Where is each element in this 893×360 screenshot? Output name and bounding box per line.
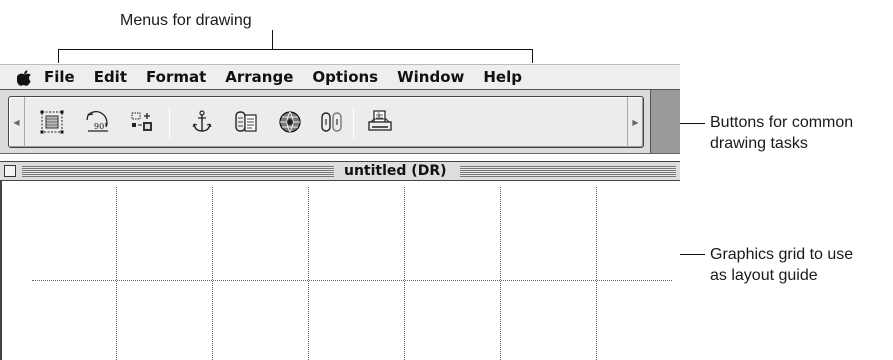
menu-file[interactable]: File: [44, 68, 75, 86]
menus-callout-text: Menus for drawing: [120, 12, 252, 29]
button-bar: ◀ ▶ 90° 1: [8, 96, 644, 148]
menu-bar: File Edit Format Arrange Options Window …: [0, 64, 680, 90]
group-select-icon[interactable]: [37, 107, 67, 137]
grid-line-vertical: [404, 187, 405, 360]
toolbar-separator: [169, 107, 170, 139]
close-box[interactable]: [4, 165, 16, 177]
grid-callout-line-2: as layout guide: [710, 267, 818, 284]
buttons-callout-line-1: Buttons for common: [710, 114, 854, 131]
menu-format[interactable]: Format: [146, 68, 206, 86]
apple-icon[interactable]: [16, 68, 32, 86]
rotate-90-icon[interactable]: 90°: [83, 107, 113, 137]
scroll-right-button[interactable]: ▶: [627, 97, 643, 147]
menu-help[interactable]: Help: [483, 68, 522, 86]
align-objects-icon[interactable]: [127, 107, 157, 137]
grid-line-vertical: [500, 187, 501, 360]
toolbar-separator-2: [353, 107, 354, 139]
menu-window[interactable]: Window: [397, 68, 464, 86]
title-bar-stripes-left: [22, 166, 334, 177]
menus-callout-bracket: [58, 49, 533, 50]
grid-line-vertical: [116, 187, 117, 360]
buttons-callout-line-2: drawing tasks: [710, 135, 808, 152]
grid-line-horizontal: [32, 280, 672, 281]
menus-callout-bracket-right: [532, 49, 533, 63]
rotate-90-label: 90°: [94, 122, 108, 131]
drawing-canvas[interactable]: [0, 181, 680, 360]
title-bar-stripes-right: [460, 166, 676, 177]
menus-callout-bracket-left: [58, 49, 59, 63]
grid-callout-line-1: Graphics grid to use: [710, 246, 854, 263]
menu-options[interactable]: Options: [312, 68, 378, 86]
grid-line-vertical: [212, 187, 213, 360]
buttons-callout-text: Buttons for common drawing tasks: [710, 112, 853, 154]
print-icon[interactable]: 1: [365, 107, 395, 137]
grid-line-vertical: [308, 187, 309, 360]
svg-text:1: 1: [377, 112, 381, 119]
window-title: untitled (DR): [336, 163, 455, 180]
anchor-icon[interactable]: [187, 107, 217, 137]
menu-arrange[interactable]: Arrange: [225, 68, 293, 86]
toolbar-side-panel: [650, 90, 680, 154]
pattern-fill-icon[interactable]: [275, 107, 305, 137]
grid-callout-text: Graphics grid to use as layout guide: [710, 244, 853, 286]
menu-edit[interactable]: Edit: [94, 68, 127, 86]
link-icon[interactable]: [317, 107, 347, 137]
scroll-left-button[interactable]: ◀: [9, 97, 25, 147]
frame-link-icon[interactable]: [231, 107, 261, 137]
document-title-bar[interactable]: untitled (DR): [0, 161, 680, 181]
grid-line-vertical: [596, 187, 597, 360]
menus-callout-leader: [272, 30, 273, 50]
